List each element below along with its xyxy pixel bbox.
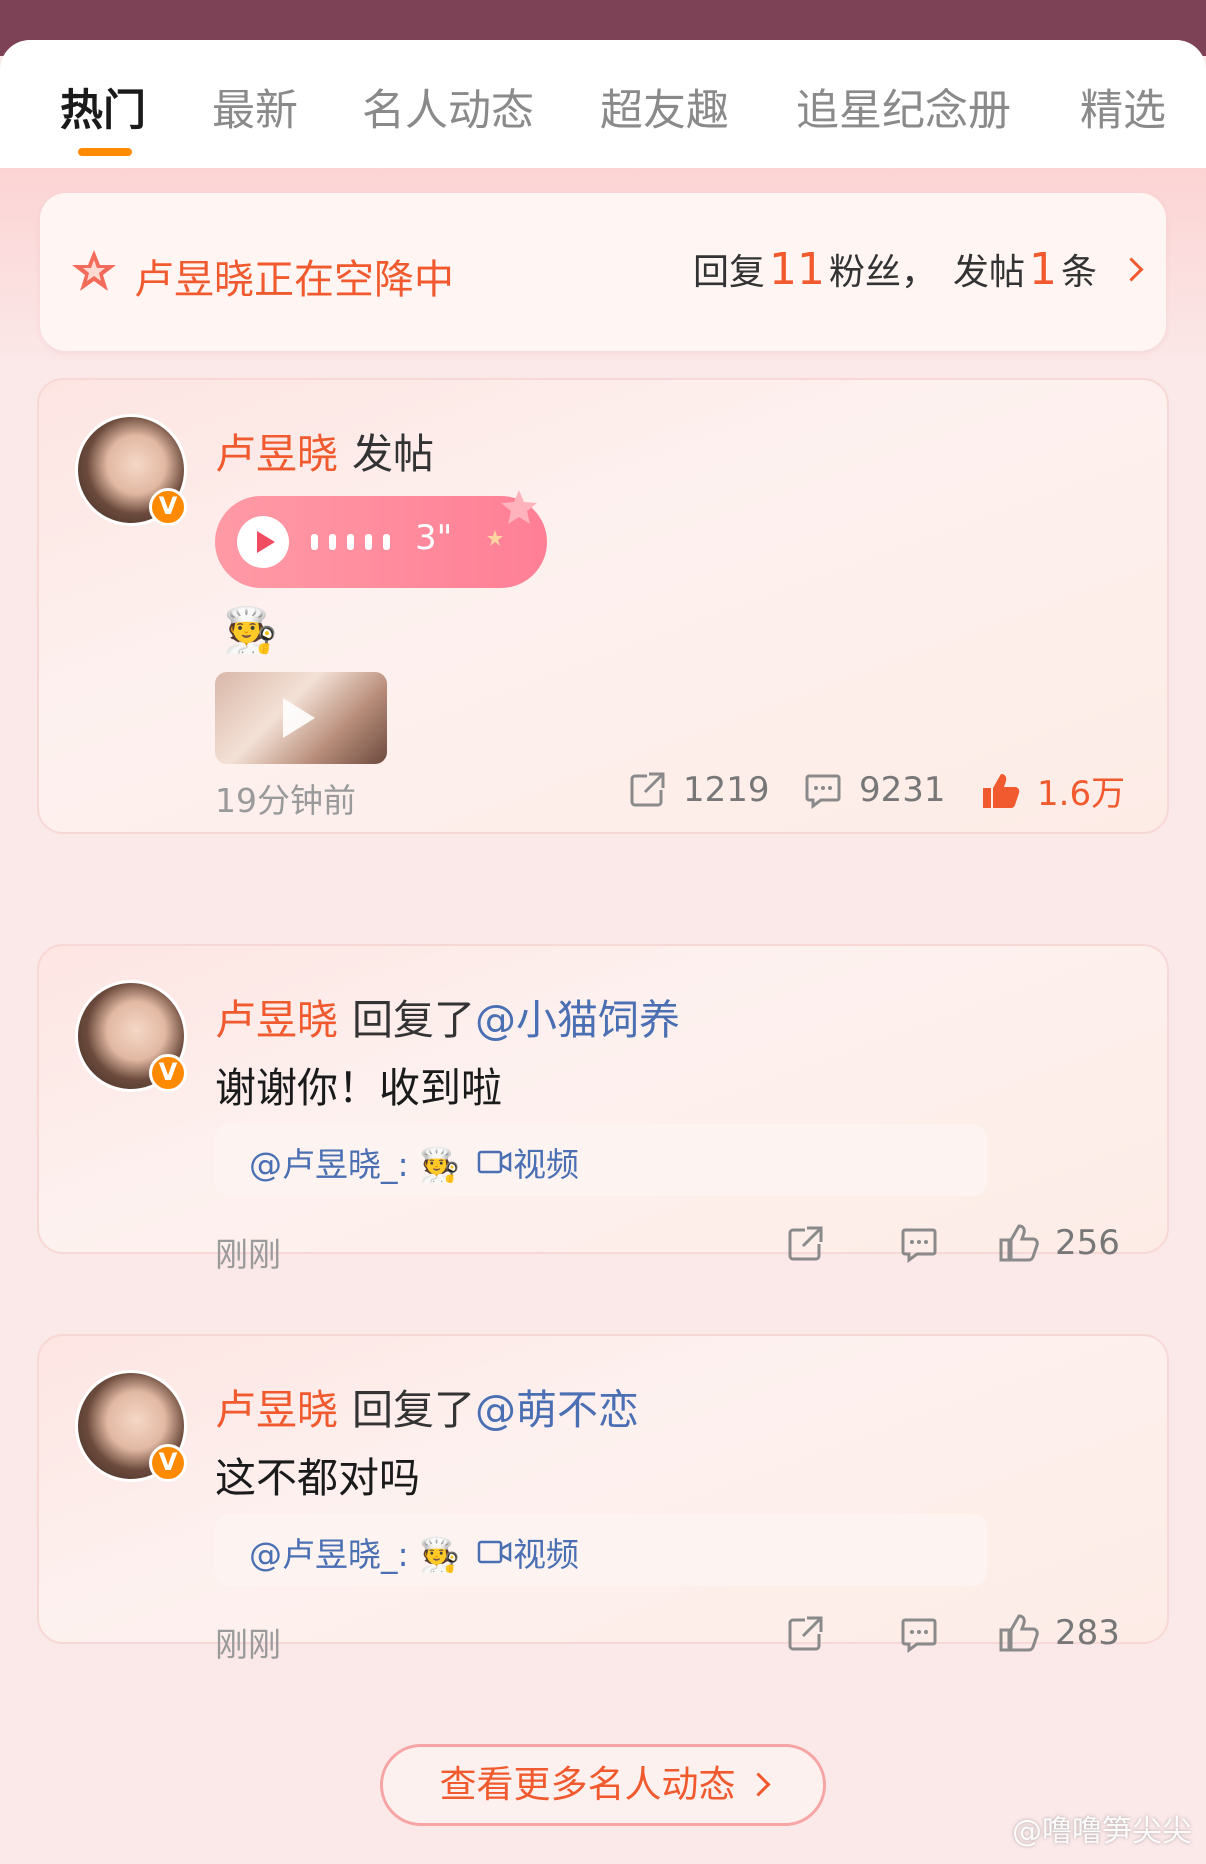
tab-bar: 热门 最新 名人动态 超友趣 追星纪念册 精选: [0, 40, 1206, 168]
comment-icon: [805, 774, 841, 809]
voice-duration: 3": [415, 518, 453, 558]
reply-time: 刚刚: [215, 1235, 281, 1274]
tab-featured[interactable]: 精选: [1080, 76, 1166, 138]
comment-button[interactable]: 9231: [803, 770, 946, 810]
quoted-post[interactable]: @卢昱晓_: 🧑‍🍳 视频: [215, 1514, 987, 1586]
verified-badge-icon: V: [149, 488, 187, 526]
view-more-button[interactable]: 查看更多名人动态: [380, 1744, 826, 1826]
share-button[interactable]: [785, 1224, 841, 1264]
voice-message[interactable]: 3": [215, 490, 547, 588]
live-drop-banner[interactable]: 卢昱晓正在空降中 回复 11 粉丝， 发帖 1 条: [40, 193, 1166, 351]
share-icon: [630, 772, 665, 807]
thumbs-up-icon: [999, 1614, 1039, 1652]
waveform-icon: [311, 534, 401, 554]
reply-header: 卢昱晓 回复了@萌不恋: [215, 1376, 639, 1436]
comment-count: 9231: [859, 770, 946, 810]
banner-title: 卢昱晓正在空降中: [134, 257, 454, 303]
video-link[interactable]: 视频: [477, 1138, 579, 1186]
post-label: 发帖: [952, 252, 1025, 293]
user-name[interactable]: 卢昱晓: [215, 996, 338, 1044]
reply-card[interactable]: V 卢昱晓 回复了@萌不恋 这不都对吗 @卢昱晓_: 🧑‍🍳 视频 刚刚 283: [37, 1334, 1169, 1664]
chevron-right-icon: [745, 1772, 771, 1797]
action-label: 回复了: [352, 996, 475, 1044]
view-more-label: 查看更多名人动态: [439, 1763, 736, 1806]
action-label: 发帖: [352, 430, 434, 478]
tab-star-album[interactable]: 追星纪念册: [796, 76, 1011, 138]
action-label: 回复了: [352, 1386, 475, 1434]
video-camera-icon: [477, 1540, 512, 1564]
fans-label: 粉丝，: [828, 252, 937, 293]
sparkle-stars-icon: [487, 490, 537, 546]
play-icon: [283, 698, 315, 738]
reply-text: 这不都对吗: [215, 1454, 420, 1502]
star-icon: [72, 250, 116, 291]
verified-badge-icon: V: [149, 1054, 187, 1092]
tab-latest[interactable]: 最新: [212, 76, 298, 138]
share-icon: [788, 1226, 823, 1261]
quoted-post[interactable]: @卢昱晓_: 🧑‍🍳 视频: [215, 1124, 987, 1196]
comment-button[interactable]: [899, 1224, 955, 1264]
quote-text: @卢昱晓_: 🧑‍🍳: [249, 1528, 460, 1576]
user-name[interactable]: 卢昱晓: [215, 1386, 338, 1434]
user-name[interactable]: 卢昱晓: [215, 430, 338, 478]
mention-link[interactable]: @萌不恋: [475, 1386, 639, 1434]
like-count: 1.6万: [1037, 774, 1126, 814]
active-tab-indicator: [78, 148, 132, 156]
video-link[interactable]: 视频: [477, 1528, 579, 1576]
celebrity-sheet: 热门 最新 名人动态 超友趣 追星纪念册 精选 卢昱晓正在空降中 回复 11 粉…: [0, 40, 1206, 1864]
comment-icon: [901, 1228, 937, 1263]
reply-time: 刚刚: [215, 1625, 281, 1664]
share-button[interactable]: 1219: [627, 770, 770, 810]
video-camera-icon: [477, 1150, 512, 1174]
share-button[interactable]: [785, 1614, 841, 1654]
post-card[interactable]: V 卢昱晓发帖 3" 🧑‍🍳 19分钟前 1219 9231: [37, 378, 1169, 834]
chef-emoji: 🧑‍🍳: [419, 1145, 461, 1184]
reply-text: 谢谢你！收到啦: [215, 1064, 502, 1112]
reply-count: 11: [768, 244, 825, 295]
quote-author: @卢昱晓_:: [249, 1145, 409, 1184]
reply-label: 回复: [692, 252, 765, 293]
banner-stats: 回复 11 粉丝， 发帖 1 条: [692, 243, 1144, 295]
comment-icon: [901, 1618, 937, 1653]
verified-badge-icon: V: [149, 1444, 187, 1482]
play-icon[interactable]: [237, 516, 289, 568]
quote-text: @卢昱晓_: 🧑‍🍳: [249, 1138, 460, 1186]
share-icon: [788, 1616, 823, 1651]
tab-celebrity-updates[interactable]: 名人动态: [362, 76, 534, 138]
chevron-right-icon: [1119, 257, 1144, 282]
post-header: 卢昱晓 发帖: [215, 420, 434, 480]
like-count: 256: [1055, 1223, 1120, 1263]
post-time: 19分钟前: [215, 781, 356, 820]
video-label: 视频: [513, 1535, 579, 1574]
chef-emoji: 🧑‍🍳: [419, 1535, 461, 1574]
thumbs-up-icon: [999, 1224, 1039, 1262]
tab-super-fun[interactable]: 超友趣: [600, 76, 729, 138]
watermark: @噜噜笋尖尖: [1012, 1814, 1192, 1849]
like-button[interactable]: 1.6万: [979, 766, 1125, 815]
like-count: 283: [1055, 1613, 1120, 1653]
reply-card[interactable]: V 卢昱晓 回复了@小猫饲养 谢谢你！收到啦 @卢昱晓_: 🧑‍🍳 视频 刚刚 2…: [37, 944, 1169, 1274]
mention-link[interactable]: @小猫饲养: [475, 996, 680, 1044]
post-count: 1: [1028, 244, 1057, 295]
share-count: 1219: [683, 770, 770, 810]
thumbs-up-icon: [983, 773, 1020, 808]
video-thumbnail[interactable]: [215, 672, 387, 764]
reply-header: 卢昱晓 回复了@小猫饲养: [215, 986, 680, 1046]
like-button[interactable]: 256: [997, 1222, 1120, 1264]
chef-emoji: 🧑‍🍳: [223, 605, 278, 656]
tab-hot[interactable]: 热门: [60, 76, 146, 138]
like-button[interactable]: 283: [997, 1612, 1120, 1654]
post-suffix: 条: [1060, 252, 1097, 293]
quote-author: @卢昱晓_:: [249, 1535, 409, 1574]
comment-button[interactable]: [899, 1614, 955, 1654]
video-label: 视频: [513, 1145, 579, 1184]
